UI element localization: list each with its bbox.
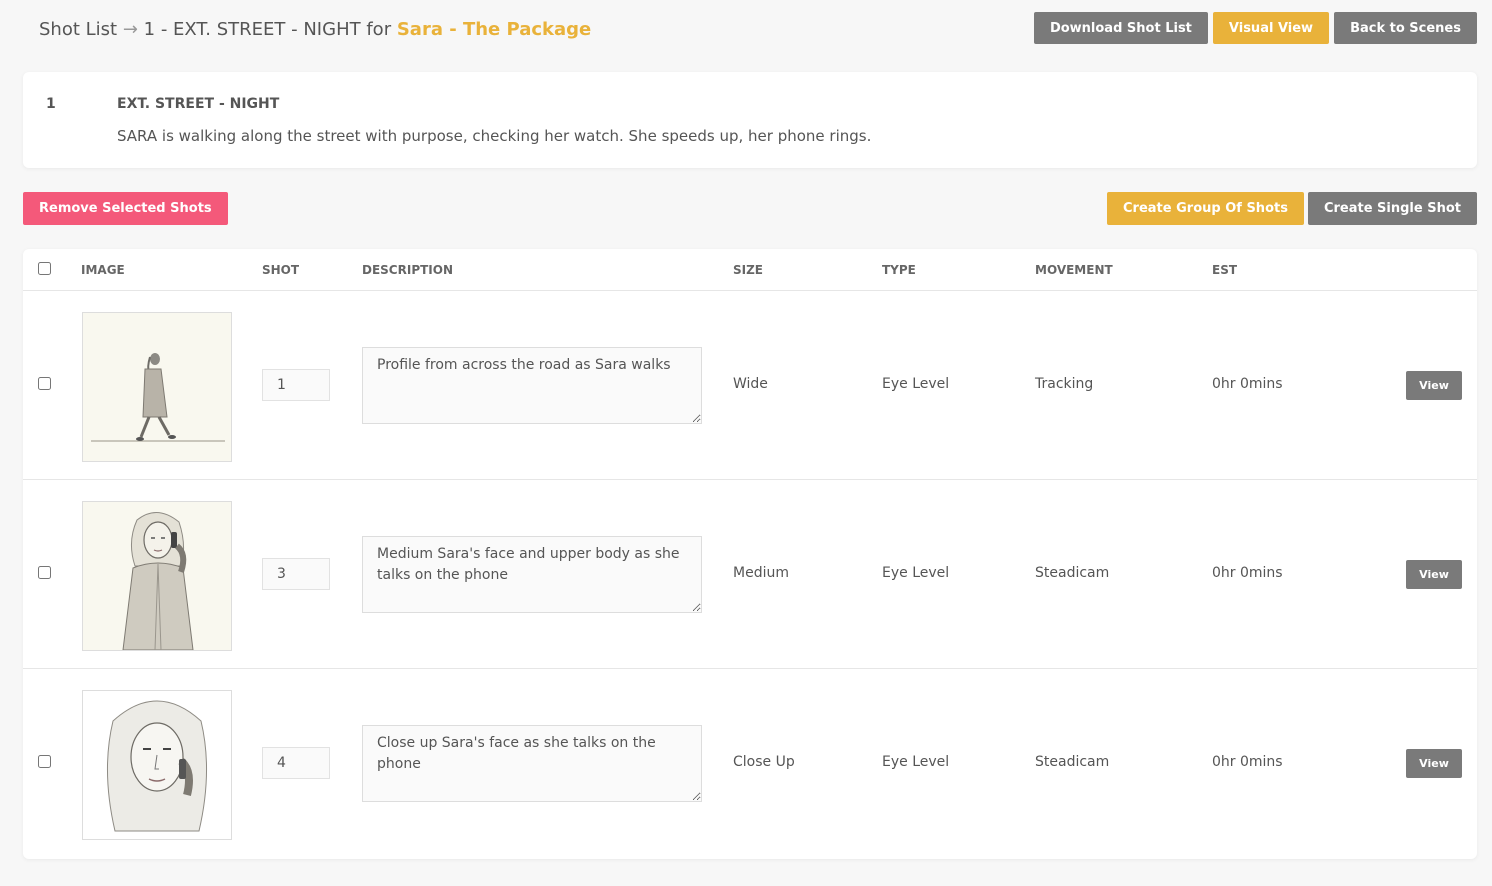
project-name[interactable]: Sara - The Package — [397, 19, 591, 40]
shot-type: Eye Level — [882, 754, 950, 770]
column-header-movement: MOVEMENT — [1035, 263, 1113, 277]
shot-size: Medium — [733, 565, 789, 581]
column-header-size: SIZE — [733, 263, 764, 277]
row-select-checkbox[interactable] — [38, 377, 51, 390]
shot-table: IMAGE SHOT DESCRIPTION SIZE TYPE MOVEMEN… — [23, 249, 1477, 859]
shot-movement: Steadicam — [1035, 565, 1110, 581]
shot-image[interactable] — [82, 690, 232, 840]
column-header-type: TYPE — [882, 263, 916, 277]
view-shot-button[interactable]: View — [1406, 371, 1462, 400]
shot-type: Eye Level — [882, 376, 950, 392]
column-header-shot: SHOT — [262, 263, 300, 277]
top-actions: Download Shot List Visual View Back to S… — [1033, 12, 1477, 44]
create-single-shot-button[interactable]: Create Single Shot — [1307, 192, 1477, 225]
woman-closeup-sketch-icon — [83, 691, 231, 839]
scene-card: 1 EXT. STREET - NIGHT SARA is walking al… — [23, 72, 1477, 168]
shot-est: 0hr 0mins — [1212, 754, 1283, 770]
create-group-of-shots-button[interactable]: Create Group Of Shots — [1107, 192, 1304, 225]
shot-size: Wide — [733, 376, 768, 392]
column-header-image: IMAGE — [81, 263, 125, 277]
shot-description-textarea[interactable]: Medium Sara's face and upper body as she… — [362, 536, 702, 613]
table-row: Medium Sara's face and upper body as she… — [23, 480, 1477, 669]
shot-actions: Create Group Of Shots Create Single Shot — [1107, 192, 1477, 225]
shot-movement: Tracking — [1035, 376, 1094, 392]
shot-est: 0hr 0mins — [1212, 376, 1283, 392]
shot-image[interactable] — [82, 501, 232, 651]
row-select-checkbox[interactable] — [38, 755, 51, 768]
scene-number: 1 — [46, 96, 56, 112]
shot-est: 0hr 0mins — [1212, 565, 1283, 581]
shot-movement: Steadicam — [1035, 754, 1110, 770]
column-header-description: DESCRIPTION — [362, 263, 454, 277]
breadcrumb-scene: 1 - EXT. STREET - NIGHT — [143, 19, 361, 40]
row-select-checkbox[interactable] — [38, 566, 51, 579]
scene-description: SARA is walking along the street with pu… — [117, 127, 872, 145]
for-label: for — [366, 19, 392, 40]
back-to-scenes-button[interactable]: Back to Scenes — [1334, 12, 1477, 44]
column-header-est: EST — [1212, 263, 1238, 277]
shot-image[interactable] — [82, 312, 232, 462]
shot-number-input[interactable] — [262, 369, 330, 401]
shot-number-input[interactable] — [262, 558, 330, 590]
breadcrumb-root[interactable]: Shot List — [39, 19, 117, 40]
shot-size: Close Up — [733, 754, 795, 770]
woman-on-phone-sketch-icon — [83, 502, 231, 650]
table-row: Close up Sara's face as she talks on the… — [23, 669, 1477, 857]
scene-heading: EXT. STREET - NIGHT — [117, 96, 280, 112]
woman-walking-sketch-icon — [83, 313, 231, 461]
shot-type: Eye Level — [882, 565, 950, 581]
download-shot-list-button[interactable]: Download Shot List — [1033, 12, 1208, 44]
table-header: IMAGE SHOT DESCRIPTION SIZE TYPE MOVEMEN… — [23, 249, 1477, 291]
shot-description-textarea[interactable]: Close up Sara's face as she talks on the… — [362, 725, 702, 802]
page-title: Shot List → 1 - EXT. STREET - NIGHT for … — [39, 19, 591, 45]
shot-number-input[interactable] — [262, 747, 330, 779]
table-row: Profile from across the road as Sara wal… — [23, 291, 1477, 480]
shot-description-textarea[interactable]: Profile from across the road as Sara wal… — [362, 347, 702, 424]
view-shot-button[interactable]: View — [1406, 749, 1462, 778]
select-all-checkbox[interactable] — [38, 262, 51, 275]
visual-view-button[interactable]: Visual View — [1212, 12, 1330, 44]
breadcrumb-arrow-icon: → — [122, 19, 138, 40]
view-shot-button[interactable]: View — [1406, 560, 1462, 589]
remove-selected-shots-button[interactable]: Remove Selected Shots — [23, 192, 228, 225]
